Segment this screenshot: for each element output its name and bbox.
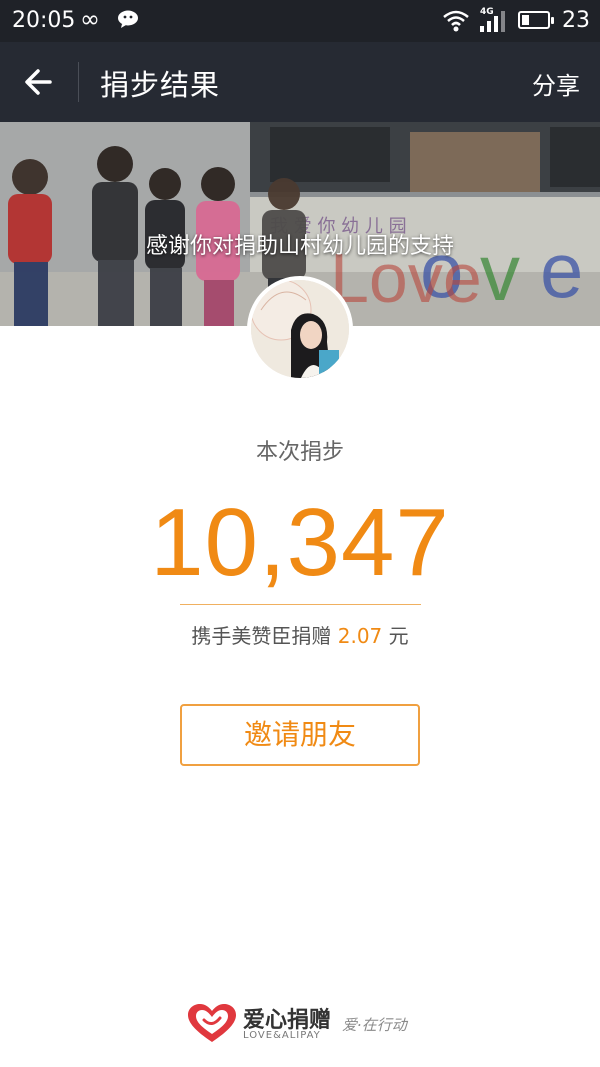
infinity-icon: ∞: [80, 5, 100, 33]
avatar[interactable]: [247, 276, 353, 382]
wechat-icon: [118, 10, 138, 28]
result-label: 本次捐步: [255, 440, 344, 465]
signal-icon: [480, 11, 505, 32]
header-divider: [78, 62, 79, 102]
battery-percent: 23: [562, 8, 590, 33]
slogan: 爱·在行动: [342, 1016, 407, 1034]
banner-caption: 感谢你对捐助山村幼儿园的支持: [145, 234, 454, 259]
donation-currency: 元: [388, 624, 409, 648]
sponsor-prefix: 携手美赞臣捐赠: [191, 624, 332, 648]
back-arrow-icon: [25, 69, 52, 95]
donation-amount: 2.07: [337, 624, 383, 648]
back-button[interactable]: [14, 58, 62, 106]
page-title: 捐步结果: [100, 68, 221, 102]
brand-subtitle: LOVE&ALIPAY: [243, 1030, 321, 1041]
footer-brand: 爱心捐赠 LOVE&ALIPAY 爱·在行动: [0, 996, 600, 1056]
status-time: 20:05: [12, 8, 76, 33]
share-button[interactable]: 分享: [532, 66, 580, 101]
invite-friends-button[interactable]: 邀请朋友: [180, 704, 420, 766]
status-bar: 20:05 ∞ 4G 23: [0, 0, 600, 42]
user-avatar-image: [251, 280, 349, 378]
heart-logo-icon: [188, 1004, 236, 1042]
sponsor-line: 携手美赞臣捐赠 2.07 元: [0, 620, 600, 649]
steps-count: 10,347: [150, 489, 450, 596]
app-header: 捐步结果 分享: [0, 42, 600, 122]
battery-icon: [518, 11, 554, 29]
wifi-icon: [443, 10, 469, 32]
result-divider: [180, 604, 421, 605]
